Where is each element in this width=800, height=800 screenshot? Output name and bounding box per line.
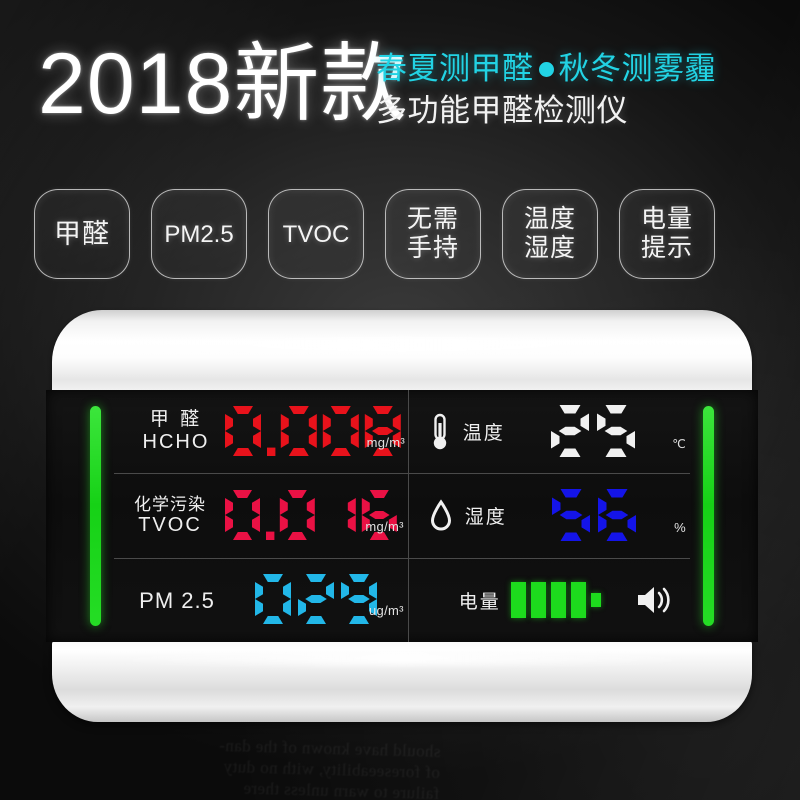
- tvoc-label-cn: 化学污染: [134, 494, 206, 514]
- battery-cell: [511, 582, 527, 619]
- temperature-label: 温度: [429, 412, 505, 452]
- humidity-label-cn: 湿度: [464, 507, 507, 529]
- badge-label-line2: 提示: [640, 234, 693, 262]
- reading-row-battery: 电量: [409, 559, 690, 642]
- feature-badge-no-handheld: 无需 手持: [385, 189, 481, 279]
- hcho-unit: mg/m³: [366, 434, 405, 450]
- badge-label-line1: 无需: [406, 205, 459, 233]
- hcho-label-en: HCHO: [142, 431, 210, 454]
- battery-cell: [571, 582, 587, 619]
- left-status-indicator-bar: [90, 406, 101, 626]
- device-screen: 甲 醛 HCHO mg/m³ 化学污染 TVOC mg/m³ PM 2.5 ug…: [46, 390, 758, 642]
- tagline-line: 春夏测甲醛 秋冬测雾霾: [376, 50, 776, 88]
- reading-row-humidity: 湿度 %: [408, 474, 690, 559]
- tagline-part-one: 春夏测甲醛: [376, 51, 534, 86]
- pm25-label-en: PM 2.5: [139, 587, 215, 613]
- badge-label-line1: 电量: [640, 205, 693, 233]
- product-poster: should have known of the dan- of foresee…: [0, 0, 800, 800]
- battery-level-indicator: [511, 582, 602, 619]
- tvoc-value-wrap: mg/m³: [222, 488, 406, 544]
- temperature-value-wrap: ℃: [505, 403, 688, 461]
- tvoc-label-en: TVOC: [138, 514, 202, 537]
- badge-label-line1: PM2.5: [164, 220, 234, 248]
- battery-cell: [551, 582, 567, 619]
- reading-row-tvoc: 化学污染 TVOC mg/m³: [114, 474, 408, 559]
- feature-badge-hcho: 甲醛: [34, 189, 130, 279]
- device-shell-bottom: [52, 638, 752, 722]
- detector-device: 甲 醛 HCHO mg/m³ 化学污染 TVOC mg/m³ PM 2.5 ug…: [46, 310, 758, 722]
- tvoc-value-display: [225, 489, 398, 540]
- hcho-value-wrap: mg/m³: [224, 404, 407, 460]
- pm25-value-wrap: ug/m³: [232, 572, 406, 628]
- headline-right-block: 春夏测甲醛 秋冬测雾霾 多功能甲醛检测仪: [376, 50, 776, 130]
- badge-label-line1: 甲醛: [54, 218, 110, 249]
- humidity-label: 湿度: [429, 499, 507, 533]
- battery-indicator-wrap: [501, 582, 688, 619]
- feature-badge-tvoc: TVOC: [268, 189, 364, 279]
- badge-label-line2: 手持: [406, 234, 459, 262]
- speaker-icon: [638, 587, 671, 614]
- feature-badge-row: 甲醛 PM2.5 TVOC 无需 手持 温度 湿度 电量 提示: [34, 186, 774, 282]
- badge-label-line1: 温度: [523, 205, 576, 233]
- tvoc-unit: mg/m³: [365, 518, 404, 534]
- background-ghost-text: should have known of the dan- of foresee…: [218, 735, 441, 800]
- tvoc-label: 化学污染 TVOC: [118, 495, 222, 538]
- temperature-unit: ℃: [672, 436, 686, 451]
- reading-row-hcho: 甲 醛 HCHO mg/m³: [114, 390, 408, 475]
- pm25-label: PM 2.5: [122, 588, 232, 613]
- humidity-unit: %: [674, 519, 686, 535]
- bullet-separator-icon: [538, 62, 554, 77]
- reading-row-temperature: 温度 ℃: [408, 390, 690, 475]
- hcho-value-display: [225, 405, 401, 456]
- badge-label-line2: 湿度: [523, 234, 576, 262]
- feature-badge-pm25: PM2.5: [151, 189, 247, 279]
- tagline-part-two: 秋冬测雾霾: [558, 51, 716, 86]
- temperature-value-display: [550, 404, 635, 457]
- humidity-value-wrap: %: [507, 487, 688, 545]
- feature-badge-battery-alert: 电量 提示: [619, 189, 715, 279]
- hcho-label: 甲 醛 HCHO: [128, 409, 224, 454]
- temperature-label-cn: 温度: [462, 423, 505, 445]
- device-shell-top: [52, 310, 752, 402]
- battery-tip: [591, 593, 602, 608]
- screen-panel-right: 温度 ℃ 湿度 % 电量: [408, 390, 690, 642]
- headline-subtitle: 多功能甲醛检测仪: [376, 93, 628, 128]
- battery-label-cn: 电量: [458, 591, 501, 613]
- water-drop-icon: [430, 499, 451, 531]
- humidity-value-display: [551, 488, 636, 541]
- battery-cell: [531, 582, 547, 619]
- right-status-indicator-bar: [703, 406, 714, 626]
- badge-label-line1: TVOC: [282, 220, 350, 248]
- screen-panel-left: 甲 醛 HCHO mg/m³ 化学污染 TVOC mg/m³ PM 2.5 ug…: [114, 390, 409, 642]
- hcho-label-cn: 甲 醛: [149, 409, 203, 431]
- thermometer-icon: [433, 413, 446, 449]
- screen-content: 甲 醛 HCHO mg/m³ 化学污染 TVOC mg/m³ PM 2.5 ug…: [114, 390, 690, 642]
- feature-badge-temp-humidity: 温度 湿度: [502, 189, 598, 279]
- reading-row-pm25: PM 2.5 ug/m³: [114, 559, 408, 642]
- pm25-unit: ug/m³: [369, 603, 404, 619]
- headline-main-title: 2018新款: [38, 36, 408, 132]
- headline-block: 2018新款 春夏测甲醛 秋冬测雾霾 多功能甲醛检测仪: [38, 36, 778, 156]
- pm25-value-display: [254, 574, 377, 625]
- battery-label: 电量: [459, 587, 501, 614]
